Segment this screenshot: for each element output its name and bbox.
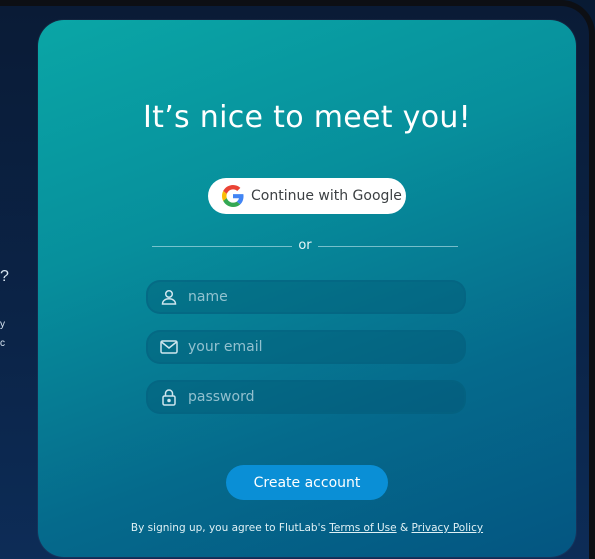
name-field[interactable] — [146, 280, 466, 314]
name-input[interactable] — [188, 289, 448, 305]
divider-line — [318, 246, 458, 247]
create-account-button[interactable]: Create account — [226, 465, 388, 500]
background-text-fragment: y — [0, 319, 5, 330]
continue-with-google-button[interactable]: Continue with Google — [208, 178, 406, 214]
password-field[interactable] — [146, 380, 466, 414]
mail-icon — [159, 337, 179, 357]
google-icon — [222, 185, 244, 207]
terms-of-use-link[interactable]: Terms of Use — [329, 522, 396, 534]
email-input[interactable] — [188, 339, 448, 355]
legal-notice: By signing up, you agree to FlutLab's Te… — [38, 522, 576, 534]
signup-card: It’s nice to meet you! Continue with Goo… — [38, 20, 576, 557]
email-field[interactable] — [146, 330, 466, 364]
password-input[interactable] — [188, 389, 448, 405]
background-text-fragment: ? — [0, 268, 9, 285]
page-title: It’s nice to meet you! — [143, 100, 471, 135]
privacy-policy-link[interactable]: Privacy Policy — [412, 522, 484, 534]
background-text-fragment: c — [0, 338, 5, 349]
or-divider: or — [152, 238, 458, 254]
lock-icon — [159, 387, 179, 407]
person-icon — [159, 287, 179, 307]
google-button-label: Continue with Google — [251, 188, 402, 204]
legal-joiner: & — [396, 522, 412, 534]
legal-text: By signing up, you agree to FlutLab's — [130, 522, 330, 534]
